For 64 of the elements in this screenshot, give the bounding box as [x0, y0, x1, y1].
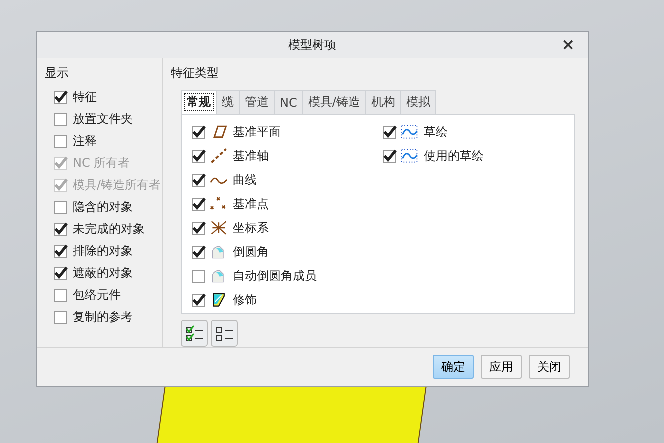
axes-icon: [210, 220, 228, 236]
checkbox[interactable]: [54, 244, 67, 258]
checkbox[interactable]: [192, 246, 205, 258]
checkbox[interactable]: [192, 126, 205, 138]
tab[interactable]: 模拟: [400, 90, 436, 114]
checkbox[interactable]: [192, 174, 205, 186]
checkbox-label: 基准轴: [233, 148, 269, 164]
close-button[interactable]: ×: [558, 35, 578, 54]
checklist-icon: [184, 324, 204, 342]
tab[interactable]: 缆: [216, 90, 240, 114]
checkbox-label: 倒圆角: [233, 244, 269, 260]
checkbox-label: 草绘: [424, 124, 448, 140]
checkbox-label: 遮蔽的对象: [73, 264, 133, 282]
checkbox[interactable]: [54, 200, 67, 214]
dialog-button[interactable]: 确定: [433, 355, 474, 379]
checkbox[interactable]: [54, 134, 67, 148]
checkbox[interactable]: [192, 150, 205, 162]
empty-list-icon: [214, 324, 234, 342]
checkbox-label: 基准点: [233, 196, 269, 212]
checkbox-label: 包络元件: [73, 286, 121, 304]
checkbox[interactable]: [383, 150, 396, 162]
checkbox[interactable]: [54, 266, 67, 280]
section-heading: 显示: [45, 65, 70, 82]
checkbox[interactable]: [192, 294, 205, 306]
checkbox-label: 坐标系: [233, 220, 269, 236]
checkbox-label: 特征: [73, 88, 97, 106]
dialog-button[interactable]: 应用: [481, 355, 522, 379]
window-title: 模型树项: [288, 36, 336, 54]
checkbox-label: 自动倒圆角成员: [233, 268, 317, 284]
checkbox-label: 基准平面: [233, 124, 281, 140]
checkbox[interactable]: [54, 90, 67, 104]
dotted-wave-icon: [401, 148, 419, 164]
checkbox-label: 放置文件夹: [73, 110, 133, 128]
checkbox[interactable]: [54, 310, 67, 324]
dotted-wave-icon: [401, 124, 419, 140]
cosmetic-icon: [210, 292, 228, 308]
dashed-line-icon: [210, 148, 228, 164]
section-heading: 特征类型: [171, 65, 220, 82]
tab[interactable]: 机构: [365, 90, 402, 114]
select-all-button[interactable]: [181, 320, 208, 347]
tab[interactable]: 管道: [239, 90, 275, 114]
cross-points-icon: [210, 196, 228, 212]
checkbox-label: 注释: [73, 132, 97, 150]
checkbox[interactable]: [192, 222, 205, 234]
checkbox[interactable]: [192, 270, 205, 282]
checkbox-label: NC 所有者: [73, 154, 130, 172]
tab[interactable]: 模具/铸造: [302, 90, 366, 114]
tab[interactable]: 常规: [181, 90, 217, 114]
checkbox-label: 复制的参考: [73, 308, 133, 326]
checkbox[interactable]: [54, 222, 67, 236]
tab[interactable]: NC: [274, 90, 304, 114]
checkbox[interactable]: [54, 288, 67, 302]
checkbox[interactable]: [383, 126, 396, 138]
checkbox-label: 排除的对象: [73, 242, 133, 260]
checkbox-label: 使用的草绘: [424, 148, 484, 164]
checkbox-label: 修饰: [233, 292, 257, 308]
checkbox[interactable]: [192, 198, 205, 210]
checkbox-label: 隐含的对象: [73, 198, 133, 216]
checkbox[interactable]: [54, 112, 67, 126]
checkbox-label: 未完成的对象: [73, 220, 145, 238]
checkbox-label: 曲线: [233, 172, 257, 188]
deselect-all-button[interactable]: [211, 320, 238, 347]
dialog-button[interactable]: 关闭: [529, 355, 570, 379]
checkbox-label: 模具/铸造所有者: [73, 176, 162, 194]
